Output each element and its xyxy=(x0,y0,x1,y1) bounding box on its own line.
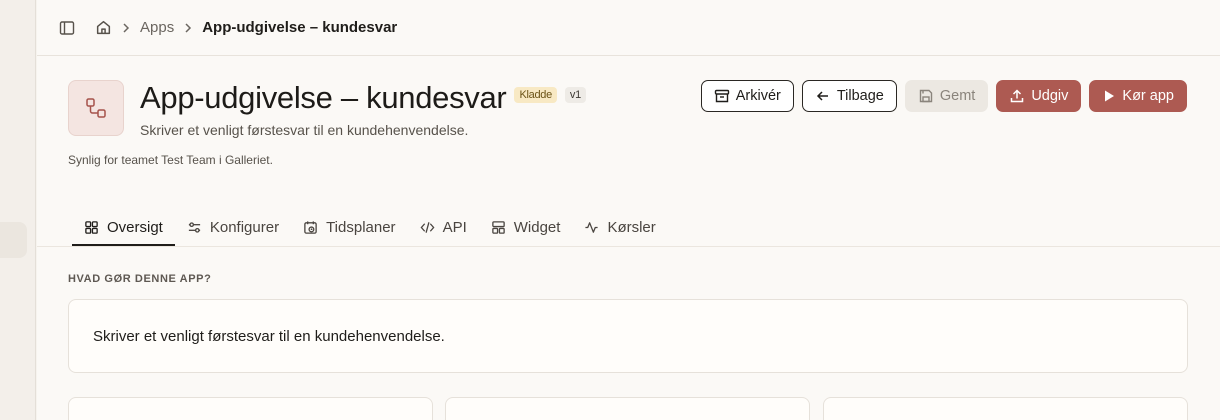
tab-konfigurer[interactable]: Konfigurer xyxy=(175,208,291,246)
play-icon xyxy=(1105,90,1115,102)
sidebar xyxy=(0,0,36,420)
saved-button[interactable]: Gemt xyxy=(904,80,989,112)
status-badge: Kladde xyxy=(514,86,557,103)
breadcrumb: Apps App-udgivelse – kundesvar xyxy=(95,19,397,36)
save-icon xyxy=(919,89,933,103)
main-content: Apps App-udgivelse – kundesvar App-udgiv… xyxy=(37,0,1220,420)
arrow-left-icon xyxy=(816,91,828,101)
visibility-note: Synlig for teamet Test Team i Galleriet. xyxy=(68,153,273,167)
back-button-label: Tilbage xyxy=(836,88,884,104)
breadcrumb-current: App-udgivelse – kundesvar xyxy=(202,19,398,36)
activity-icon xyxy=(585,221,599,233)
upload-icon xyxy=(1011,89,1024,103)
tab-bar: Oversigt Konfigurer Tidsplaner API Widge… xyxy=(72,208,668,246)
tab-label: Oversigt xyxy=(107,218,163,236)
info-card xyxy=(445,397,810,420)
archive-button-label: Arkivér xyxy=(735,88,781,104)
run-app-button[interactable]: Kør app xyxy=(1089,80,1187,112)
sliders-icon xyxy=(188,221,200,233)
home-icon[interactable] xyxy=(95,19,112,36)
run-app-button-label: Kør app xyxy=(1122,88,1174,104)
page-title: App-udgivelse – kundesvar Kladde v1 xyxy=(140,80,586,116)
tab-oversigt[interactable]: Oversigt xyxy=(72,208,175,246)
publish-button-label: Udgiv xyxy=(1031,88,1069,104)
top-bar: Apps App-udgivelse – kundesvar xyxy=(37,0,1220,56)
action-bar: Arkivér Tilbage Gemt Udgiv Kør app xyxy=(700,80,1187,112)
tab-label: Tidsplaner xyxy=(326,218,396,236)
chevron-right-icon xyxy=(182,22,194,34)
version-badge: v1 xyxy=(564,86,586,103)
tabs-divider xyxy=(37,246,1220,247)
description-text: Skriver et venligt førstesvar til en kun… xyxy=(93,327,445,345)
tab-widget[interactable]: Widget xyxy=(479,208,573,246)
saved-button-label: Gemt xyxy=(939,88,976,104)
app-icon xyxy=(68,80,124,136)
tab-label: Kørsler xyxy=(607,218,656,236)
chevron-right-icon xyxy=(120,22,132,34)
code-icon xyxy=(420,221,435,233)
info-card xyxy=(823,397,1188,420)
tab-api[interactable]: API xyxy=(408,208,479,246)
archive-icon xyxy=(714,89,729,103)
info-card xyxy=(68,397,433,420)
sidebar-toggle-icon[interactable] xyxy=(59,20,75,36)
archive-button[interactable]: Arkivér xyxy=(700,80,794,112)
publish-button[interactable]: Udgiv xyxy=(996,80,1082,112)
tab-label: Widget xyxy=(513,218,561,236)
grid-icon xyxy=(85,220,98,234)
sidebar-active-item[interactable] xyxy=(0,222,27,258)
tab-label: Konfigurer xyxy=(209,218,280,236)
tab-korsler[interactable]: Kørsler xyxy=(572,208,667,246)
tab-tidsplaner[interactable]: Tidsplaner xyxy=(291,208,407,246)
back-button[interactable]: Tilbage xyxy=(801,80,897,112)
layout-icon xyxy=(491,220,505,234)
section-heading: HVAD GØR DENNE APP? xyxy=(68,273,212,285)
description-card: Skriver et venligt førstesvar til en kun… xyxy=(68,299,1188,373)
tab-label: API xyxy=(442,218,467,236)
page-title-text: App-udgivelse – kundesvar xyxy=(140,80,507,115)
breadcrumb-apps-link[interactable]: Apps xyxy=(140,19,174,36)
page-subtitle: Skriver et venligt førstesvar til en kun… xyxy=(140,122,469,138)
calendar-clock-icon xyxy=(304,220,317,234)
